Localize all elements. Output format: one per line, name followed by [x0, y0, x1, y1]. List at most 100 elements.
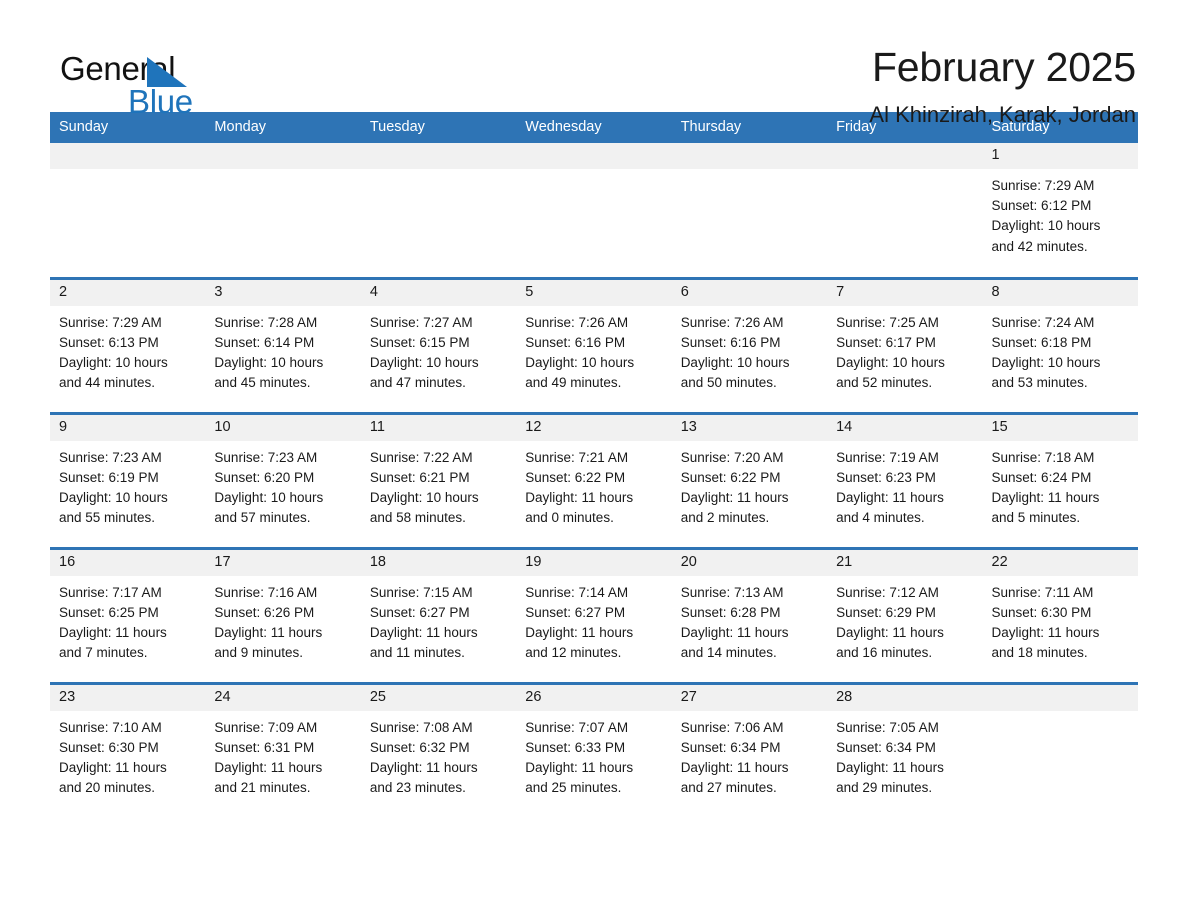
- day-details: Sunrise: 7:29 AM Sunset: 6:13 PM Dayligh…: [50, 306, 205, 394]
- day-details: Sunrise: 7:20 AM Sunset: 6:22 PM Dayligh…: [672, 441, 827, 529]
- daylight-text-line1: Daylight: 11 hours: [525, 489, 634, 505]
- day-number: 14: [827, 414, 983, 441]
- daylight-text-line2: and 2 minutes.: [680, 510, 770, 526]
- day-number: 9: [50, 414, 206, 441]
- day-cell[interactable]: 23 Sunrise: 7:10 AM Sunset: 6:30 PM Dayl…: [50, 681, 206, 818]
- day-cell[interactable]: 22 Sunrise: 7:11 AM Sunset: 6:30 PM Dayl…: [982, 546, 1138, 683]
- sunset-text: Sunset: 6:32 PM: [369, 739, 470, 755]
- day-details: Sunrise: 7:12 AM Sunset: 6:29 PM Dayligh…: [827, 576, 982, 664]
- page-header: General Blue February 2025 Al Khinzirah,…: [50, 0, 1138, 126]
- daylight-text-line1: Daylight: 10 hours: [214, 354, 324, 370]
- day-cell[interactable]: 28 Sunrise: 7:05 AM Sunset: 6:34 PM Dayl…: [827, 681, 983, 818]
- day-details: [516, 169, 671, 176]
- day-details: Sunrise: 7:11 AM Sunset: 6:30 PM Dayligh…: [983, 576, 1138, 664]
- day-cell[interactable]: 1 Sunrise: 7:29 AM Sunset: 6:12 PM Dayli…: [982, 143, 1138, 278]
- sunrise-text: Sunrise: 7:23 AM: [214, 449, 318, 465]
- daylight-text-line2: and 49 minutes.: [525, 375, 622, 391]
- week-row: 9 Sunrise: 7:23 AM Sunset: 6:19 PM Dayli…: [50, 411, 1138, 548]
- day-cell[interactable]: 6 Sunrise: 7:26 AM Sunset: 6:16 PM Dayli…: [671, 276, 828, 413]
- day-details: Sunrise: 7:22 AM Sunset: 6:21 PM Dayligh…: [361, 441, 516, 529]
- day-cell[interactable]: 26 Sunrise: 7:07 AM Sunset: 6:33 PM Dayl…: [516, 681, 672, 818]
- weekday-header-wednesday: Wednesday: [516, 112, 672, 143]
- day-cell[interactable]: [360, 143, 517, 278]
- day-cell[interactable]: 25 Sunrise: 7:08 AM Sunset: 6:32 PM Dayl…: [360, 681, 517, 818]
- day-details: Sunrise: 7:23 AM Sunset: 6:19 PM Dayligh…: [50, 441, 205, 529]
- day-number: 5: [516, 279, 672, 306]
- day-cell[interactable]: 19 Sunrise: 7:14 AM Sunset: 6:27 PM Dayl…: [516, 546, 672, 683]
- daylight-text-line1: Daylight: 10 hours: [59, 354, 168, 370]
- day-cell[interactable]: 7 Sunrise: 7:25 AM Sunset: 6:17 PM Dayli…: [827, 276, 983, 413]
- sunrise-text: Sunrise: 7:29 AM: [59, 314, 162, 330]
- sunrise-text: Sunrise: 7:22 AM: [369, 449, 473, 465]
- day-number: 16: [50, 549, 206, 576]
- daylight-text-line2: and 11 minutes.: [369, 645, 465, 661]
- daylight-text-line2: and 57 minutes.: [214, 510, 311, 526]
- sunrise-text: Sunrise: 7:08 AM: [369, 719, 473, 735]
- day-cell[interactable]: [516, 143, 672, 278]
- sunrise-text: Sunrise: 7:24 AM: [991, 314, 1095, 330]
- day-cell[interactable]: 17 Sunrise: 7:16 AM Sunset: 6:26 PM Dayl…: [205, 546, 361, 683]
- day-cell[interactable]: [50, 143, 206, 278]
- daylight-text-line1: Daylight: 11 hours: [991, 624, 1100, 640]
- sunrise-text: Sunrise: 7:18 AM: [991, 449, 1095, 465]
- day-cell[interactable]: 20 Sunrise: 7:13 AM Sunset: 6:28 PM Dayl…: [671, 546, 828, 683]
- sunset-text: Sunset: 6:24 PM: [991, 469, 1092, 485]
- day-cell[interactable]: 18 Sunrise: 7:15 AM Sunset: 6:27 PM Dayl…: [360, 546, 517, 683]
- sunrise-text: Sunrise: 7:17 AM: [59, 584, 162, 600]
- sunset-text: Sunset: 6:31 PM: [214, 739, 315, 755]
- sunrise-text: Sunrise: 7:14 AM: [525, 584, 629, 600]
- day-cell[interactable]: 21 Sunrise: 7:12 AM Sunset: 6:29 PM Dayl…: [827, 546, 983, 683]
- day-number: 24: [205, 684, 361, 711]
- daylight-text-line1: Daylight: 11 hours: [369, 624, 478, 640]
- daylight-text-line2: and 5 minutes.: [991, 510, 1081, 526]
- sunset-text: Sunset: 6:16 PM: [525, 334, 626, 350]
- sunset-text: Sunset: 6:12 PM: [991, 198, 1092, 214]
- daylight-text-line1: Daylight: 11 hours: [680, 759, 789, 775]
- sunrise-text: Sunrise: 7:19 AM: [836, 449, 939, 465]
- day-cell[interactable]: 2 Sunrise: 7:29 AM Sunset: 6:13 PM Dayli…: [50, 276, 206, 413]
- daylight-text-line2: and 58 minutes.: [369, 510, 466, 526]
- sunrise-text: Sunrise: 7:12 AM: [836, 584, 939, 600]
- day-cell[interactable]: 14 Sunrise: 7:19 AM Sunset: 6:23 PM Dayl…: [827, 411, 983, 548]
- day-cell[interactable]: 8 Sunrise: 7:24 AM Sunset: 6:18 PM Dayli…: [982, 276, 1138, 413]
- day-cell[interactable]: [827, 143, 983, 278]
- sunrise-text: Sunrise: 7:25 AM: [836, 314, 939, 330]
- sunset-text: Sunset: 6:26 PM: [214, 604, 315, 620]
- calendar-body: 1 Sunrise: 7:29 AM Sunset: 6:12 PM Dayli…: [50, 143, 1138, 818]
- day-number: 19: [516, 549, 672, 576]
- sunset-text: Sunset: 6:34 PM: [680, 739, 781, 755]
- day-cell[interactable]: 24 Sunrise: 7:09 AM Sunset: 6:31 PM Dayl…: [205, 681, 361, 818]
- day-cell[interactable]: [982, 681, 1138, 818]
- day-cell[interactable]: 3 Sunrise: 7:28 AM Sunset: 6:14 PM Dayli…: [205, 276, 361, 413]
- day-cell[interactable]: 10 Sunrise: 7:23 AM Sunset: 6:20 PM Dayl…: [205, 411, 361, 548]
- day-cell[interactable]: [671, 143, 828, 278]
- sunrise-text: Sunrise: 7:21 AM: [525, 449, 629, 465]
- day-details: Sunrise: 7:27 AM Sunset: 6:15 PM Dayligh…: [361, 306, 516, 394]
- sunset-text: Sunset: 6:28 PM: [680, 604, 781, 620]
- day-cell[interactable]: [205, 143, 361, 278]
- day-cell[interactable]: 5 Sunrise: 7:26 AM Sunset: 6:16 PM Dayli…: [516, 276, 672, 413]
- day-number: 3: [205, 279, 361, 306]
- day-cell[interactable]: 16 Sunrise: 7:17 AM Sunset: 6:25 PM Dayl…: [50, 546, 206, 683]
- day-number: 26: [516, 684, 672, 711]
- daylight-text-line1: Daylight: 11 hours: [680, 489, 789, 505]
- day-cell[interactable]: 4 Sunrise: 7:27 AM Sunset: 6:15 PM Dayli…: [360, 276, 517, 413]
- sunset-text: Sunset: 6:25 PM: [59, 604, 159, 620]
- day-cell[interactable]: 15 Sunrise: 7:18 AM Sunset: 6:24 PM Dayl…: [982, 411, 1138, 548]
- daylight-text-line1: Daylight: 11 hours: [59, 624, 167, 640]
- daylight-text-line2: and 20 minutes.: [59, 780, 156, 796]
- day-cell[interactable]: 13 Sunrise: 7:20 AM Sunset: 6:22 PM Dayl…: [671, 411, 828, 548]
- day-number: [671, 143, 828, 169]
- day-number: 7: [827, 279, 983, 306]
- day-details: Sunrise: 7:14 AM Sunset: 6:27 PM Dayligh…: [516, 576, 671, 664]
- daylight-text-line1: Daylight: 11 hours: [214, 624, 323, 640]
- day-cell[interactable]: 27 Sunrise: 7:06 AM Sunset: 6:34 PM Dayl…: [671, 681, 828, 818]
- day-cell[interactable]: 9 Sunrise: 7:23 AM Sunset: 6:19 PM Dayli…: [50, 411, 206, 548]
- daylight-text-line2: and 27 minutes.: [680, 780, 777, 796]
- week-row: 2 Sunrise: 7:29 AM Sunset: 6:13 PM Dayli…: [50, 276, 1138, 413]
- day-number: [50, 143, 206, 169]
- day-cell[interactable]: 11 Sunrise: 7:22 AM Sunset: 6:21 PM Dayl…: [360, 411, 517, 548]
- day-number: [982, 684, 1138, 711]
- day-cell[interactable]: 12 Sunrise: 7:21 AM Sunset: 6:22 PM Dayl…: [516, 411, 672, 548]
- sunset-text: Sunset: 6:17 PM: [836, 334, 936, 350]
